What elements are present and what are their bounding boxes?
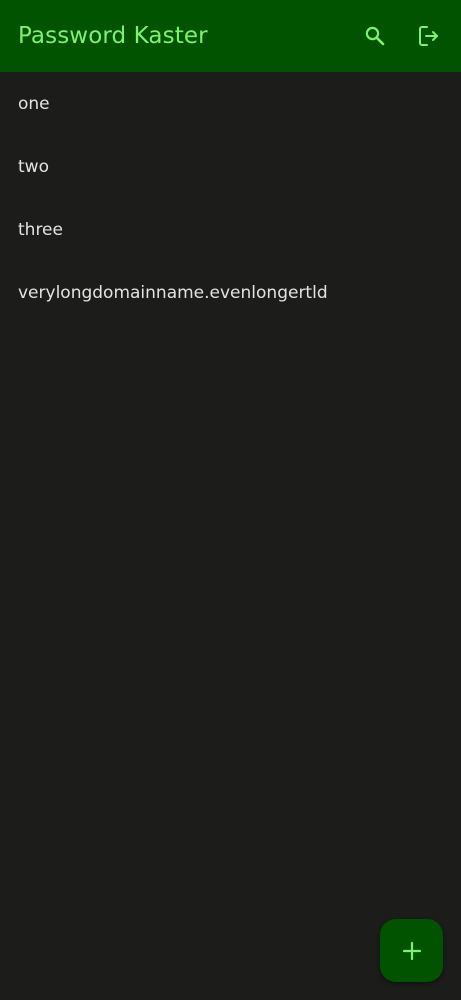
list-item[interactable]: one xyxy=(0,72,461,135)
password-list: one two three verylongdomainname.evenlon… xyxy=(0,72,461,324)
search-icon xyxy=(365,26,385,46)
list-item[interactable]: three xyxy=(0,198,461,261)
plus-icon xyxy=(402,941,421,960)
search-button[interactable] xyxy=(355,16,395,56)
app-title: Password Kaster xyxy=(18,23,208,49)
list-item[interactable]: two xyxy=(0,135,461,198)
app-bar: Password Kaster xyxy=(0,0,461,72)
logout-icon xyxy=(419,26,438,46)
add-entry-button[interactable] xyxy=(380,919,443,982)
logout-button[interactable] xyxy=(409,16,449,56)
app-screen: Password Kaster one two three verylongdo… xyxy=(0,0,461,1000)
list-item[interactable]: verylongdomainname.evenlongertld xyxy=(0,261,461,324)
